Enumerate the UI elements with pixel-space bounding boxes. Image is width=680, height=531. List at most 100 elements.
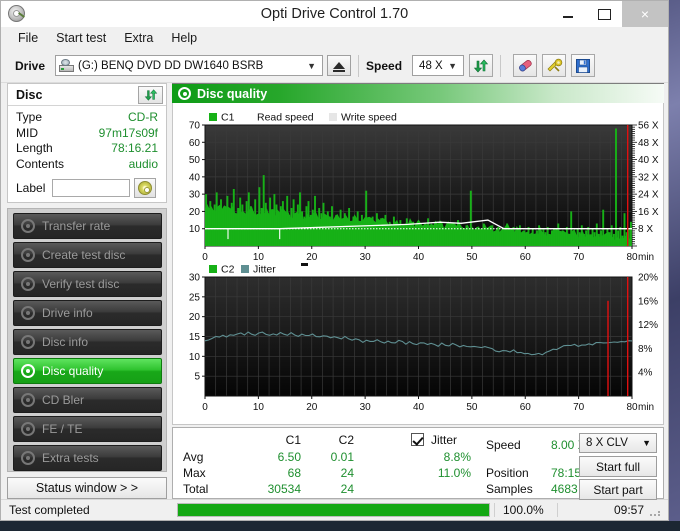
- sidebar-item-extra-tests[interactable]: Extra tests: [13, 445, 162, 471]
- disc-row-mid: MID 97m17s09f: [16, 126, 158, 142]
- eject-button[interactable]: [327, 55, 352, 76]
- disc-refresh-button[interactable]: [138, 85, 163, 104]
- save-icon: [576, 58, 591, 73]
- refresh-button[interactable]: [469, 54, 494, 77]
- svg-text:10: 10: [253, 402, 265, 413]
- menu-start-test[interactable]: Start test: [47, 29, 115, 47]
- disc-value-type: CD-R: [128, 110, 158, 124]
- svg-text:20: 20: [189, 207, 201, 218]
- svg-text:min: min: [638, 402, 654, 413]
- svg-text:56 X: 56 X: [638, 121, 659, 132]
- status-elapsed-time: 09:57: [557, 503, 650, 517]
- tools-icon: [547, 58, 562, 72]
- menu-file[interactable]: File: [9, 29, 47, 47]
- write-strategy-select[interactable]: 8 X CLV ▼: [579, 433, 657, 453]
- disc-key-contents: Contents: [16, 156, 65, 171]
- svg-text:0: 0: [202, 252, 208, 263]
- svg-text:40 X: 40 X: [638, 155, 659, 166]
- stats-samples-value: 4683: [551, 482, 578, 496]
- sidebar-item-create-test-disc[interactable]: Create test disc: [13, 242, 162, 268]
- svg-text:10: 10: [253, 252, 265, 263]
- status-percent: 100.0%: [494, 503, 557, 517]
- title-bar: Opti Drive Control 1.70 ×: [1, 1, 668, 27]
- sidebar-item-fe-te[interactable]: FE / TE: [13, 416, 162, 442]
- chevron-down-icon: ▼: [448, 60, 458, 71]
- svg-text:20%: 20%: [638, 273, 658, 284]
- disc-label-input[interactable]: [52, 179, 131, 197]
- drive-select[interactable]: (G:) BENQ DVD DD DW1640 BSRB ▼: [55, 55, 324, 76]
- menu-help[interactable]: Help: [162, 29, 206, 47]
- svg-text:50: 50: [466, 252, 478, 263]
- maximize-button[interactable]: [586, 1, 622, 27]
- stats-col-c2: C2: [338, 433, 354, 447]
- disc-panel-header: Disc: [8, 84, 166, 106]
- svg-text:30: 30: [360, 402, 372, 413]
- svg-text:12%: 12%: [638, 320, 658, 331]
- refresh-icon: [144, 88, 157, 101]
- disc-icon: [21, 306, 35, 320]
- stats-position-label: Position: [486, 466, 529, 480]
- sidebar-label: Disc quality: [42, 364, 104, 378]
- svg-text:30: 30: [189, 273, 201, 284]
- sidebar-label: Drive info: [42, 306, 93, 320]
- erase-button[interactable]: [513, 54, 538, 77]
- sidebar-label: Verify test disc: [42, 277, 120, 291]
- resize-grip[interactable]: [650, 503, 664, 517]
- status-window-button[interactable]: Status window > >: [7, 477, 167, 499]
- svg-text:50: 50: [466, 402, 478, 413]
- menu-extra[interactable]: Extra: [115, 29, 162, 47]
- sidebar-label: Extra tests: [42, 451, 99, 465]
- disc-quality-charts: 102030405060708 X16 X24 X32 X40 X48 X56 …: [189, 112, 659, 414]
- sidebar-item-verify-test-disc[interactable]: Verify test disc: [13, 271, 162, 297]
- cd-icon: [138, 181, 153, 195]
- charts-container: 10 20 30 40 50 60 70 8 X 16 X 24 X 32 X 40 X 48 X 56 …: [172, 103, 664, 425]
- svg-text:Read speed: Read speed: [257, 112, 314, 124]
- minimize-button[interactable]: [550, 1, 586, 27]
- svg-text:0: 0: [202, 402, 208, 413]
- disc-label-apply-button[interactable]: [134, 178, 157, 198]
- disc-row-type: Type CD-R: [16, 110, 158, 126]
- svg-text:48 X: 48 X: [638, 138, 659, 149]
- speed-label: Speed: [366, 58, 403, 73]
- svg-text:20: 20: [306, 252, 318, 263]
- disc-quality-title: Disc quality: [197, 86, 268, 101]
- sidebar-item-disc-quality[interactable]: Disc quality: [13, 358, 162, 384]
- tools-button[interactable]: [542, 54, 567, 77]
- start-full-button[interactable]: Start full: [579, 456, 657, 477]
- start-part-button[interactable]: Start part: [579, 479, 657, 500]
- disc-key-length: Length: [16, 141, 53, 155]
- svg-text:8%: 8%: [638, 344, 653, 355]
- svg-text:10: 10: [189, 352, 201, 363]
- speed-select[interactable]: 48 X ▼: [412, 55, 465, 76]
- chevron-down-icon: ▼: [642, 438, 651, 448]
- toolbar-divider-2: [500, 54, 502, 77]
- disc-icon: [21, 277, 35, 291]
- stats-samples-label: Samples: [486, 482, 533, 496]
- sidebar-item-disc-info[interactable]: Disc info: [13, 329, 162, 355]
- svg-text:32 X: 32 X: [638, 172, 659, 183]
- disc-quality-header: Disc quality: [172, 83, 664, 103]
- svg-text:40: 40: [413, 252, 425, 263]
- sidebar-item-cd-bler[interactable]: CD Bler: [13, 387, 162, 413]
- stats-avg-c2: 0.01: [330, 450, 354, 464]
- status-bar: Test completed 100.0% 09:57: [1, 499, 668, 520]
- jitter-checkbox[interactable]: [411, 433, 424, 446]
- close-button[interactable]: ×: [622, 1, 668, 27]
- sidebar-label: Transfer rate: [42, 219, 111, 233]
- disc-info-panel: Disc Type CD-R MID 97m17s09f Length 78:1…: [7, 83, 167, 203]
- test-nav-list: Transfer rate Create test disc Verify te…: [7, 208, 167, 472]
- disc-icon: [21, 364, 35, 378]
- stats-total-c1: 30534: [267, 482, 301, 496]
- drive-icon: [59, 59, 75, 72]
- save-button[interactable]: [571, 54, 596, 77]
- sidebar-item-drive-info[interactable]: Drive info: [13, 300, 162, 326]
- left-sidebar: Disc Type CD-R MID 97m17s09f Length 78:1…: [7, 83, 167, 499]
- menu-bar: File Start test Extra Help: [1, 27, 668, 49]
- svg-text:min: min: [638, 252, 654, 263]
- svg-text:30: 30: [189, 190, 201, 201]
- disc-row-length: Length 78:16.21: [16, 141, 158, 157]
- disc-value-length: 78:16.21: [111, 141, 158, 155]
- disc-value-mid: 97m17s09f: [98, 125, 158, 140]
- stats-row-label-max: Max: [183, 466, 206, 480]
- sidebar-item-transfer-rate[interactable]: Transfer rate: [13, 213, 162, 239]
